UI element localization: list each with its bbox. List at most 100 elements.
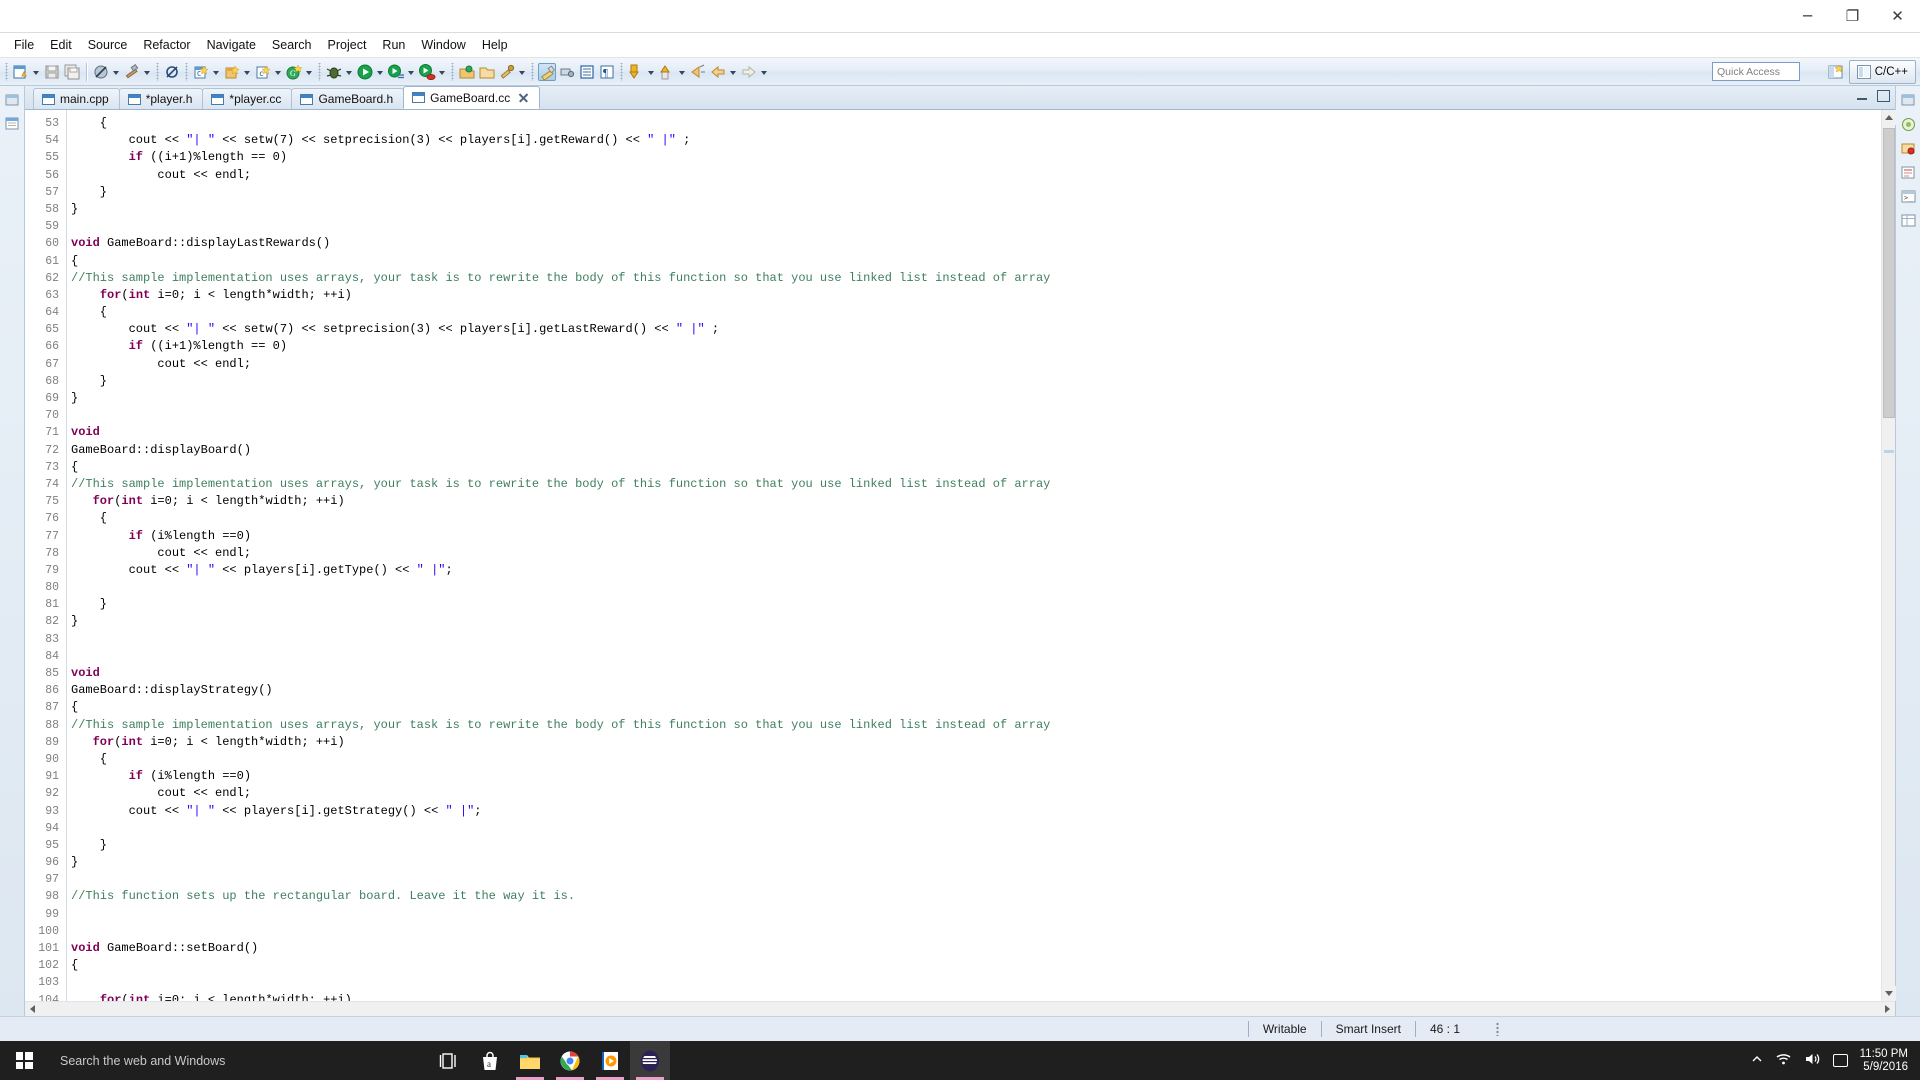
scroll-up-icon[interactable]: [1881, 110, 1896, 125]
build-hammer-icon[interactable]: [123, 63, 141, 81]
toggle-block-selection-icon[interactable]: [578, 63, 596, 81]
menu-refactor[interactable]: Refactor: [135, 35, 198, 55]
annotation-marker[interactable]: [1884, 450, 1894, 453]
forward-icon[interactable]: [740, 63, 758, 81]
status-resize-handle[interactable]: [1496, 1022, 1500, 1036]
maximize-icon[interactable]: [1877, 90, 1890, 102]
menu-project[interactable]: Project: [320, 35, 375, 55]
menu-edit[interactable]: Edit: [42, 35, 80, 55]
exclude-from-build-icon[interactable]: [92, 63, 110, 81]
search-dropdown-icon[interactable]: [517, 63, 528, 81]
store-icon[interactable]: a: [470, 1041, 510, 1080]
run-external-tool-dropdown-icon[interactable]: [437, 63, 448, 81]
next-annotation-icon[interactable]: [627, 63, 645, 81]
window-maximize-button[interactable]: ❐: [1830, 0, 1875, 32]
volume-icon[interactable]: [1804, 1052, 1821, 1069]
restore-view-icon[interactable]: [1900, 92, 1917, 109]
run-external-tool-icon[interactable]: [418, 63, 436, 81]
toolbar-drag-handle-6[interactable]: [530, 62, 535, 81]
open-type-icon[interactable]: [458, 63, 476, 81]
editor-tab-player-h[interactable]: *player.h: [118, 88, 204, 109]
toolbar-drag-handle[interactable]: [4, 62, 9, 81]
quick-access-input[interactable]: Quick Access: [1712, 62, 1800, 81]
run-dropdown-icon[interactable]: [375, 63, 386, 81]
menu-search[interactable]: Search: [264, 35, 320, 55]
toolbar-drag-handle-7[interactable]: [619, 62, 624, 81]
start-button[interactable]: [0, 1041, 48, 1080]
scroll-down-icon[interactable]: [1881, 986, 1896, 1001]
toolbar-drag-handle-5[interactable]: [450, 62, 455, 81]
next-annotation-dropdown-icon[interactable]: [646, 63, 657, 81]
new-c-class-dropdown-icon[interactable]: [211, 63, 222, 81]
make-target-icon[interactable]: [1900, 140, 1917, 157]
previous-annotation-dropdown-icon[interactable]: [677, 63, 688, 81]
menu-run[interactable]: Run: [374, 35, 413, 55]
menu-source[interactable]: Source: [80, 35, 136, 55]
debug-dropdown-icon[interactable]: [344, 63, 355, 81]
show-whitespace-icon[interactable]: ¶: [598, 63, 616, 81]
new-file-icon[interactable]: [12, 63, 30, 81]
vertical-scroll-thumb[interactable]: [1883, 128, 1895, 418]
new-cpp-file-dropdown-icon[interactable]: [242, 63, 253, 81]
toolbar-drag-handle-3[interactable]: [184, 62, 189, 81]
git-icon[interactable]: G: [285, 63, 303, 81]
taskbar-clock[interactable]: 11:50 PM 5/9/2016: [1860, 1048, 1908, 1074]
editor-tab-gameboard-cc[interactable]: GameBoard.cc: [403, 86, 541, 109]
restore-view-icon[interactable]: [4, 92, 21, 109]
editor-tab-main-cpp[interactable]: main.cpp: [33, 88, 120, 109]
eclipse-icon[interactable]: [630, 1041, 670, 1080]
open-resource-icon[interactable]: [478, 63, 496, 81]
previous-annotation-icon[interactable]: [658, 63, 676, 81]
forward-dropdown-icon[interactable]: [759, 63, 770, 81]
exclude-from-build-dropdown-icon[interactable]: [111, 63, 122, 81]
new-c-source-icon[interactable]: c: [254, 63, 272, 81]
editor-tab-player-cc[interactable]: *player.cc: [202, 88, 293, 109]
menu-window[interactable]: Window: [413, 35, 473, 55]
build-dropdown-icon[interactable]: [142, 63, 153, 81]
new-c-source-dropdown-icon[interactable]: [273, 63, 284, 81]
menu-navigate[interactable]: Navigate: [199, 35, 264, 55]
toggle-mark-occurrences-icon[interactable]: [558, 63, 576, 81]
new-cpp-file-icon[interactable]: [223, 63, 241, 81]
media-player-icon[interactable]: [590, 1041, 630, 1080]
action-center-icon[interactable]: [1832, 1054, 1848, 1067]
new-c-class-icon[interactable]: C: [192, 63, 210, 81]
run-icon[interactable]: [356, 63, 374, 81]
save-all-icon[interactable]: [63, 63, 81, 81]
back-icon[interactable]: [709, 63, 727, 81]
editor-tab-gameboard-h[interactable]: GameBoard.h: [291, 88, 405, 109]
code-text-area[interactable]: { cout << "| " << setw(7) << setprecisio…: [67, 110, 1881, 1001]
window-close-button[interactable]: ✕: [1875, 0, 1920, 32]
wifi-icon[interactable]: [1775, 1052, 1792, 1069]
chrome-icon[interactable]: [550, 1041, 590, 1080]
new-file-dropdown-icon[interactable]: [31, 63, 42, 81]
toolbar-drag-handle-2[interactable]: [155, 62, 160, 81]
perspective-button-cpp[interactable]: C/C++: [1848, 60, 1916, 84]
tray-expand-icon[interactable]: [1751, 1054, 1763, 1067]
skip-breakpoints-icon[interactable]: [163, 63, 181, 81]
properties-view-icon[interactable]: [1900, 212, 1917, 229]
window-minimize-button[interactable]: ─: [1785, 0, 1830, 32]
taskbar-search-input[interactable]: Search the web and Windows: [48, 1041, 378, 1080]
open-perspective-icon[interactable]: [1827, 63, 1845, 81]
minimize-icon[interactable]: [1856, 90, 1869, 102]
git-dropdown-icon[interactable]: [304, 63, 315, 81]
project-explorer-icon[interactable]: [4, 115, 21, 132]
task-view-icon[interactable]: [430, 1041, 470, 1080]
menu-file[interactable]: File: [6, 35, 42, 55]
close-icon[interactable]: [518, 92, 529, 103]
toolbar-drag-handle-4[interactable]: [317, 62, 322, 81]
editor-horizontal-scrollbar[interactable]: [25, 1001, 1895, 1016]
debug-icon[interactable]: [325, 63, 343, 81]
scroll-right-icon[interactable]: [1880, 1002, 1895, 1017]
last-edit-location-icon[interactable]: [689, 63, 707, 81]
editor-vertical-scrollbar[interactable]: [1881, 110, 1896, 1001]
console-view-icon[interactable]: >_: [1900, 188, 1917, 205]
run-last-tool-dropdown-icon[interactable]: [406, 63, 417, 81]
file-explorer-icon[interactable]: [510, 1041, 550, 1080]
save-icon[interactable]: [43, 63, 61, 81]
run-last-tool-icon[interactable]: [387, 63, 405, 81]
menu-help[interactable]: Help: [474, 35, 516, 55]
back-dropdown-icon[interactable]: [728, 63, 739, 81]
marker-icon[interactable]: [538, 62, 556, 81]
